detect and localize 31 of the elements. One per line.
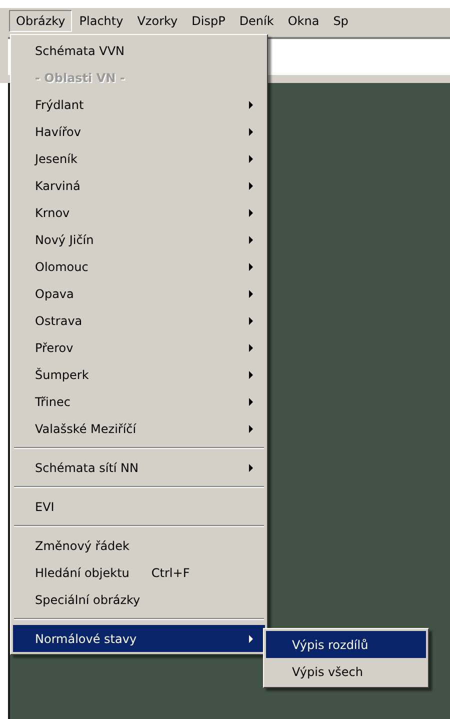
menu-item[interactable]: Normálové stavy bbox=[13, 625, 265, 652]
menu-bar-item[interactable]: Sp bbox=[326, 10, 356, 32]
shortcut-label: Ctrl+F bbox=[151, 566, 190, 580]
menu-bar-item[interactable]: Deník bbox=[232, 10, 281, 32]
menu-item[interactable]: Schémata VVN bbox=[13, 37, 265, 64]
menu-item[interactable]: Nový Jičín bbox=[13, 226, 265, 253]
menu-item[interactable]: Výpis všech bbox=[266, 658, 426, 685]
menu-bar-item[interactable]: Obrázky bbox=[9, 10, 72, 32]
menu-item[interactable]: Olomouc bbox=[13, 253, 265, 280]
menu-item[interactable]: Šumperk bbox=[13, 361, 265, 388]
menu-bar-item[interactable]: Vzorky bbox=[130, 10, 185, 32]
menu-item[interactable]: Přerov bbox=[13, 334, 265, 361]
menu-item[interactable]: Schémata sítí NN bbox=[13, 454, 265, 481]
menu-bar-item[interactable]: Plachty bbox=[72, 10, 130, 32]
menu-item[interactable]: Hledání objektu Ctrl+F bbox=[13, 559, 265, 586]
menu-item[interactable]: Havířov bbox=[13, 118, 265, 145]
menu-item[interactable]: Krnov bbox=[13, 199, 265, 226]
menu-section-header: - Oblasti VN - bbox=[34, 70, 126, 86]
menu-bar-item[interactable]: DispP bbox=[184, 10, 232, 32]
menu-item[interactable]: Karviná bbox=[13, 172, 265, 199]
menu-item[interactable]: EVI bbox=[13, 493, 265, 520]
menu-item[interactable]: Frýdlant bbox=[13, 91, 265, 118]
menu-item[interactable]: Výpis rozdílů bbox=[266, 631, 426, 658]
menu-item[interactable]: Speciální obrázky bbox=[13, 586, 265, 613]
menu-item[interactable]: Jeseník bbox=[13, 145, 265, 172]
menu-item[interactable]: Změnový řádek bbox=[13, 532, 265, 559]
menu-item[interactable]: Opava bbox=[13, 280, 265, 307]
menu-item[interactable]: Ostrava bbox=[13, 307, 265, 334]
menu-item[interactable]: Valašské Meziříčí bbox=[13, 415, 265, 442]
menu-item[interactable]: Třinec bbox=[13, 388, 265, 415]
menu-bar-item[interactable]: Okna bbox=[280, 10, 326, 32]
